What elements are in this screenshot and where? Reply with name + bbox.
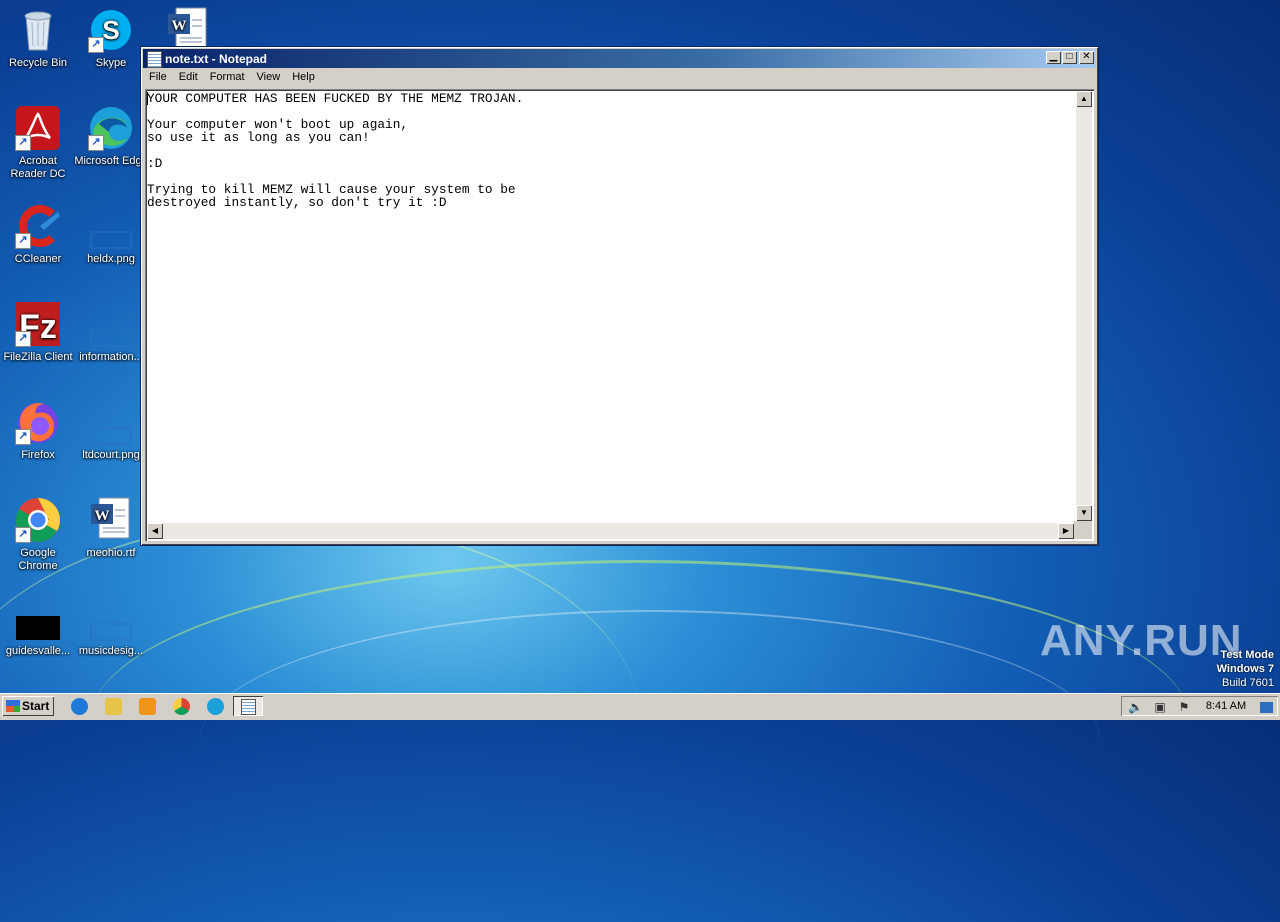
notepad-window[interactable]: note.txt - Notepad ▁ □ ✕ File Edit Format V… — [140, 46, 1099, 546]
shortcut-arrow-icon: ↗ — [15, 331, 31, 347]
taskbar-item-notepad[interactable] — [233, 696, 263, 716]
window-title: note.txt - Notepad — [165, 52, 267, 66]
anyrun-watermark: ANY.RUN — [1040, 616, 1243, 665]
word-document-icon: W — [87, 496, 135, 544]
notepad-icon — [241, 699, 256, 715]
menubar: File Edit Format View Help — [143, 69, 1096, 88]
google-chrome-icon: ↗ — [14, 496, 62, 544]
show-desktop-icon[interactable] — [1260, 702, 1273, 713]
filezilla-icon: Fz ↗ — [14, 300, 62, 348]
scroll-left-button[interactable]: ◀ — [147, 523, 163, 539]
edge-taskbar-icon[interactable] — [207, 698, 224, 715]
shortcut-arrow-icon: ↗ — [15, 135, 31, 151]
desktop-icon-guidesvalle[interactable]: guidesvalle... — [0, 594, 76, 658]
image-file-icon — [87, 398, 135, 446]
desktop-icon-acrobat-reader[interactable]: ↗ Acrobat Reader DC — [0, 104, 76, 181]
shortcut-arrow-icon: ↗ — [88, 37, 104, 53]
action-center-flag-icon[interactable]: ⚑ — [1177, 700, 1191, 714]
acrobat-reader-icon: ↗ — [14, 104, 62, 152]
text-editor[interactable]: YOUR COMPUTER HAS BEEN FUCKED BY THE MEM… — [145, 89, 1094, 541]
image-file-icon — [87, 202, 135, 250]
scroll-down-button[interactable]: ▼ — [1076, 505, 1092, 521]
desktop-icon-filezilla[interactable]: Fz ↗ FileZilla Client — [0, 300, 76, 364]
skype-icon: S ↗ — [87, 6, 135, 54]
close-button[interactable]: ✕ — [1079, 51, 1094, 64]
file-explorer-icon[interactable] — [105, 698, 122, 715]
menu-format[interactable]: Format — [204, 69, 251, 83]
recycle-bin-icon — [14, 6, 62, 54]
menu-view[interactable]: View — [251, 69, 287, 83]
desktop-icon-heldx-png[interactable]: heldx.png — [73, 202, 149, 266]
shortcut-arrow-icon: ↗ — [15, 429, 31, 445]
os-label: Windows 7 — [1216, 663, 1274, 675]
svg-text:S: S — [102, 15, 119, 45]
start-button[interactable]: Start — [2, 696, 54, 716]
svg-text:W: W — [172, 18, 187, 34]
speaker-icon[interactable]: 🔈 — [1128, 700, 1143, 714]
build-label: Build 7601 — [1222, 677, 1274, 689]
desktop-icon-meohio-rtf[interactable]: W meohio.rtf — [73, 496, 149, 560]
test-mode-notice: Test Mode Windows 7 Build 7601 — [1217, 648, 1274, 690]
desktop-icon-firefox[interactable]: ↗ Firefox — [0, 398, 76, 462]
wallpaper-swoosh — [200, 610, 1100, 872]
wallpaper-swoosh — [90, 560, 1190, 883]
media-player-icon[interactable] — [139, 698, 156, 715]
desktop-icon-ccleaner[interactable]: ↗ CCleaner — [0, 202, 76, 266]
size-grip[interactable] — [1074, 521, 1092, 539]
file-icon — [14, 594, 62, 642]
maximize-button[interactable]: □ — [1062, 51, 1077, 64]
scroll-up-button[interactable]: ▲ — [1076, 91, 1092, 107]
vertical-scrollbar[interactable]: ▲ ▼ — [1076, 91, 1092, 521]
chrome-taskbar-icon[interactable] — [173, 698, 190, 715]
desktop-icon-recycle-bin[interactable]: Recycle Bin — [0, 6, 76, 70]
ccleaner-icon: ↗ — [14, 202, 62, 250]
window-titlebar[interactable]: note.txt - Notepad ▁ □ ✕ — [143, 49, 1096, 68]
shortcut-arrow-icon: ↗ — [15, 527, 31, 543]
network-icon[interactable]: ▣ — [1153, 700, 1167, 714]
menu-help[interactable]: Help — [286, 69, 321, 83]
desktop-icon-google-chrome[interactable]: ↗ Google Chrome — [0, 496, 76, 573]
shortcut-arrow-icon: ↗ — [15, 233, 31, 249]
menu-file[interactable]: File — [143, 69, 173, 83]
microsoft-edge-icon: ↗ — [87, 104, 135, 152]
desktop-icon-information-file[interactable]: information... — [73, 300, 149, 364]
desktop-icon-ltdcourt-png[interactable]: ltdcourt.png — [73, 398, 149, 462]
taskbar-clock[interactable]: 8:41 AM — [1197, 700, 1255, 712]
desktop-icon-musicdesig[interactable]: musicdesig... — [73, 594, 149, 658]
firefox-icon: ↗ — [14, 398, 62, 446]
desktop-icon-microsoft-edge[interactable]: ↗ Microsoft Edge — [73, 104, 149, 168]
file-icon — [87, 300, 135, 348]
minimize-button[interactable]: ▁ — [1046, 51, 1061, 64]
shortcut-arrow-icon: ↗ — [88, 135, 104, 151]
taskbar: Start — [0, 693, 1280, 720]
editor-content[interactable]: YOUR COMPUTER HAS BEEN FUCKED BY THE MEM… — [147, 91, 1074, 521]
text-caret — [147, 92, 148, 105]
internet-explorer-icon[interactable] — [71, 698, 88, 715]
horizontal-scrollbar[interactable]: ◀ ▶ — [147, 523, 1074, 539]
test-mode-label: Test Mode — [1220, 649, 1274, 661]
desktop-icon-skype[interactable]: S ↗ Skype — [73, 6, 149, 70]
notepad-icon — [147, 51, 162, 68]
file-icon — [87, 594, 135, 642]
wallpaper-swoosh — [0, 520, 640, 922]
scroll-right-button[interactable]: ▶ — [1058, 523, 1074, 539]
menu-edit[interactable]: Edit — [173, 69, 204, 83]
svg-text:W: W — [95, 508, 110, 524]
windows-logo-icon — [6, 700, 20, 712]
